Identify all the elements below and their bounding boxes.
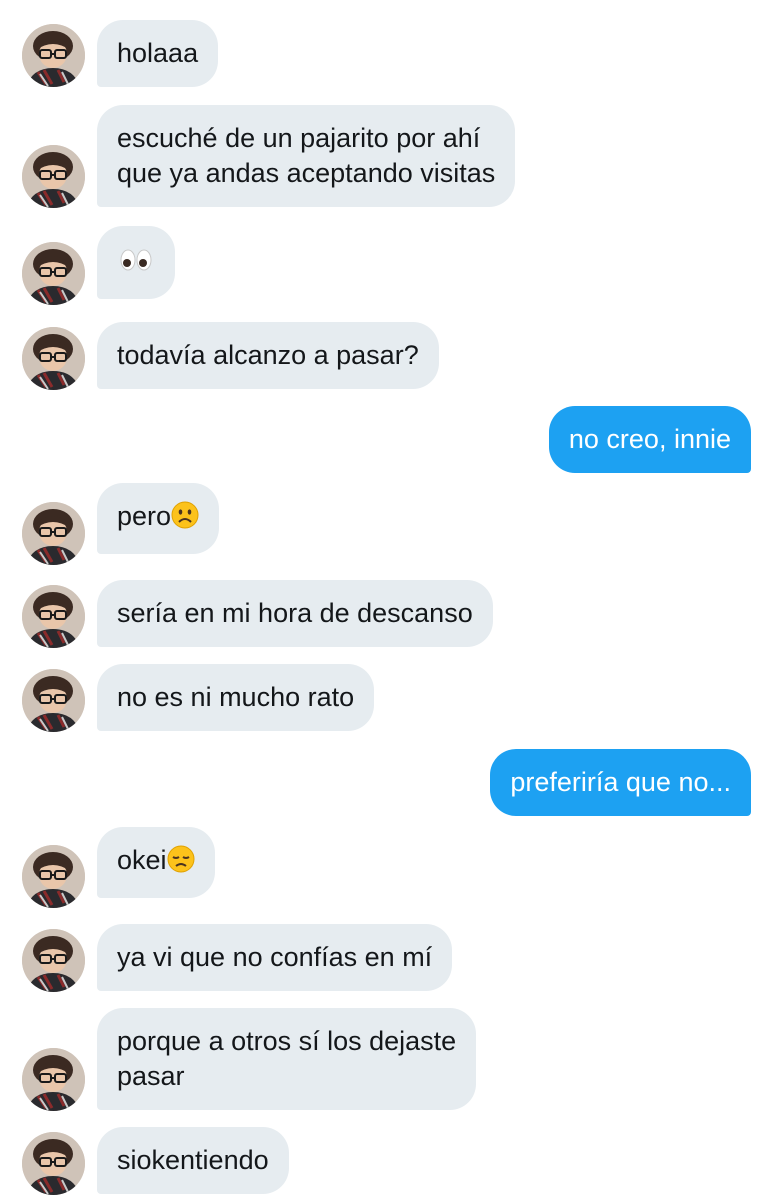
message-bubble[interactable]: holaaa [97, 20, 219, 87]
eyes-emoji [119, 247, 153, 282]
profile-photo [22, 1132, 85, 1195]
avatar[interactable] [22, 327, 85, 390]
message-text: preferiría que no... [510, 767, 731, 797]
message-text: porque a otros sí los dejaste pasar [117, 1026, 457, 1091]
avatar[interactable] [22, 1132, 85, 1195]
avatar[interactable] [22, 24, 85, 87]
message-bubble[interactable]: escuché de un pajarito por ahí que ya and… [97, 105, 516, 207]
message-text: okei [117, 845, 167, 875]
message-bubble[interactable]: preferiría que no... [490, 749, 751, 816]
message-text: ya vi que no confías en mí [117, 942, 433, 972]
slightly-frowning-face-emoji [171, 501, 199, 538]
message-bubble[interactable]: pero [97, 483, 220, 554]
message-bubble[interactable]: sería en mi hora de descanso [97, 580, 493, 647]
profile-photo [22, 845, 85, 908]
avatar[interactable] [22, 242, 85, 305]
profile-photo [22, 669, 85, 732]
message-text: escuché de un pajarito por ahí que ya and… [117, 123, 496, 188]
profile-photo [22, 502, 85, 565]
profile-photo [22, 145, 85, 208]
message-bubble[interactable]: okei [97, 827, 215, 898]
avatar[interactable] [22, 1048, 85, 1111]
message-text: siokentiendo [117, 1145, 269, 1175]
message-text: holaaa [117, 38, 199, 68]
message-text: todavía alcanzo a pasar? [117, 340, 419, 370]
profile-photo [22, 585, 85, 648]
profile-photo [22, 242, 85, 305]
avatar[interactable] [22, 502, 85, 565]
avatar[interactable] [22, 145, 85, 208]
message-text: no es ni mucho rato [117, 682, 355, 712]
message-bubble[interactable]: porque a otros sí los dejaste pasar [97, 1008, 477, 1110]
avatar[interactable] [22, 929, 85, 992]
message-bubble[interactable]: todavía alcanzo a pasar? [97, 322, 439, 389]
message-bubble[interactable]: ya vi que no confías en mí [97, 924, 453, 991]
message-text: sería en mi hora de descanso [117, 598, 473, 628]
disappointed-face-emoji [167, 845, 195, 882]
profile-photo [22, 929, 85, 992]
avatar[interactable] [22, 669, 85, 732]
avatar[interactable] [22, 845, 85, 908]
message-text: pero [117, 501, 172, 531]
profile-photo [22, 1048, 85, 1111]
message-bubble[interactable]: no es ni mucho rato [97, 664, 375, 731]
message-bubble[interactable]: siokentiendo [97, 1127, 289, 1194]
message-text: no creo, innie [568, 424, 731, 454]
message-bubble[interactable]: no creo, innie [548, 406, 751, 473]
avatar[interactable] [22, 585, 85, 648]
profile-photo [22, 327, 85, 390]
profile-photo [22, 24, 85, 87]
message-bubble[interactable] [97, 226, 175, 299]
